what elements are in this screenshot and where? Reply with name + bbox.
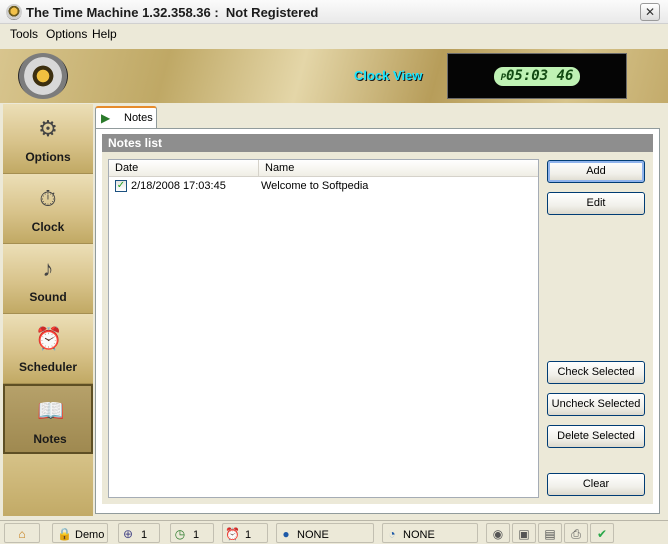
status-tool-camera[interactable]: ▣ (512, 523, 536, 543)
close-button[interactable]: ✕ (640, 3, 660, 21)
clock-icon: ⏱ (39, 186, 57, 211)
notes-list[interactable]: Date Name ✓ 2/18/2008 17:03:45 Welcome t… (108, 159, 539, 498)
note-date: 2/18/2008 17:03:45 (131, 180, 226, 192)
camera-icon: ▣ (518, 527, 530, 541)
link-icon: ⊕ (122, 527, 134, 541)
status-net1: ● NONE (276, 523, 374, 543)
status-net2-text: NONE (403, 529, 435, 541)
tab-page-notes: Notes list Date Name ✓ 2/18/2008 17:03:4… (95, 128, 660, 514)
sidebar-filler (3, 454, 93, 516)
check-selected-button[interactable]: Check Selected (547, 361, 645, 384)
window-title: The Time Machine 1.32.358.36 : Not Regis… (26, 5, 319, 20)
alarm-icon: ⏰ (225, 527, 240, 541)
clear-button[interactable]: Clear (547, 473, 645, 496)
print-icon: ⎙ (571, 527, 581, 541)
sidebar-item-label: Clock (31, 220, 65, 234)
header-banner: Clock View P05:03 46 (0, 49, 668, 103)
record-icon: ▤ (544, 527, 556, 541)
note-checkbox[interactable]: ✓ (115, 180, 127, 192)
sidebar-item-options[interactable]: ⚙ Options (3, 104, 93, 174)
sidebar: ⚙ Options ⏱ Clock ♪ Sound ⏰ Scheduler 📖 … (3, 104, 93, 516)
status-count3: ⏰ 1 (222, 523, 268, 543)
status-tool-record[interactable]: ▤ (538, 523, 562, 543)
status-bar: ⌂ 🔒 Demo ⊕ 1 ◷ 1 ⏰ 1 ● NONE ◔ NONE ◉ ▣ ▤… (0, 520, 668, 544)
sidebar-item-sound[interactable]: ♪ Sound (3, 244, 93, 314)
status-mode-text: Demo (75, 529, 105, 541)
lock-icon: 🔒 (57, 527, 72, 541)
status-count3-text: 1 (245, 529, 252, 541)
time-machine-logo-icon (18, 53, 68, 99)
status-net2: ◔ NONE (382, 523, 478, 543)
main-panel: ▶ Notes Notes list Date Name ✓ 2/18/2008… (93, 104, 663, 516)
uncheck-selected-button[interactable]: Uncheck Selected (547, 393, 645, 416)
add-button[interactable]: Add (547, 160, 645, 183)
status-tool-check[interactable]: ✔ (590, 523, 614, 543)
title-bar: The Time Machine 1.32.358.36 : Not Regis… (0, 0, 668, 24)
menu-tools[interactable]: Tools (10, 27, 38, 41)
speaker-icon: ◉ (492, 527, 504, 541)
clock-sync-icon: ◔ (388, 527, 396, 541)
globe-icon: ● (282, 527, 290, 541)
sidebar-item-label: Options (25, 150, 71, 164)
status-count1-text: 1 (141, 529, 148, 541)
scheduler-icon: ⏰ (35, 326, 63, 351)
book-icon: 📖 (37, 398, 65, 423)
status-count1: ⊕ 1 (118, 523, 160, 543)
app-logo-icon[interactable] (6, 4, 22, 20)
edit-button[interactable]: Edit (547, 192, 645, 215)
clock-lcd: P05:03 46 (494, 67, 580, 86)
column-header-date[interactable]: Date (109, 160, 259, 177)
clock-view-label: Clock View (354, 68, 423, 83)
home-icon: ⌂ (18, 527, 26, 541)
sidebar-item-label: Scheduler (18, 360, 78, 374)
clock-time: 05:03 46 (505, 68, 574, 84)
menu-help[interactable]: Help (92, 27, 117, 41)
note-name: Welcome to Softpedia (261, 180, 369, 192)
menu-bar: Tools Options Help (0, 24, 668, 44)
menu-options[interactable]: Options (46, 27, 87, 41)
notes-list-header: Notes list (102, 134, 653, 152)
clock-display: P05:03 46 (447, 53, 627, 99)
sidebar-item-scheduler[interactable]: ⏰ Scheduler (3, 314, 93, 384)
sidebar-item-clock[interactable]: ⏱ Clock (3, 174, 93, 244)
sidebar-item-label: Sound (29, 290, 67, 304)
notes-tab-icon: ▶ (101, 111, 111, 125)
tab-label: Notes (124, 112, 153, 124)
status-mode: 🔒 Demo (52, 523, 108, 543)
timer-icon: ◷ (174, 527, 186, 541)
column-header-name[interactable]: Name (259, 160, 538, 177)
status-home[interactable]: ⌂ (4, 523, 40, 543)
gears-icon: ⚙ (38, 116, 58, 141)
tab-notes[interactable]: ▶ Notes (95, 106, 157, 128)
status-tool-speaker[interactable]: ◉ (486, 523, 510, 543)
sidebar-item-label: Notes (33, 432, 67, 446)
delete-selected-button[interactable]: Delete Selected (547, 425, 645, 448)
list-item[interactable]: ✓ 2/18/2008 17:03:45 Welcome to Softpedi… (109, 178, 538, 194)
status-tool-print[interactable]: ⎙ (564, 523, 588, 543)
speaker-icon: ♪ (42, 256, 54, 281)
sidebar-item-notes[interactable]: 📖 Notes (3, 384, 93, 454)
check-circle-icon: ✔ (596, 527, 608, 541)
status-count2-text: 1 (193, 529, 200, 541)
notes-group: Date Name ✓ 2/18/2008 17:03:45 Welcome t… (102, 152, 653, 504)
status-count2: ◷ 1 (170, 523, 214, 543)
status-net1-text: NONE (297, 529, 329, 541)
